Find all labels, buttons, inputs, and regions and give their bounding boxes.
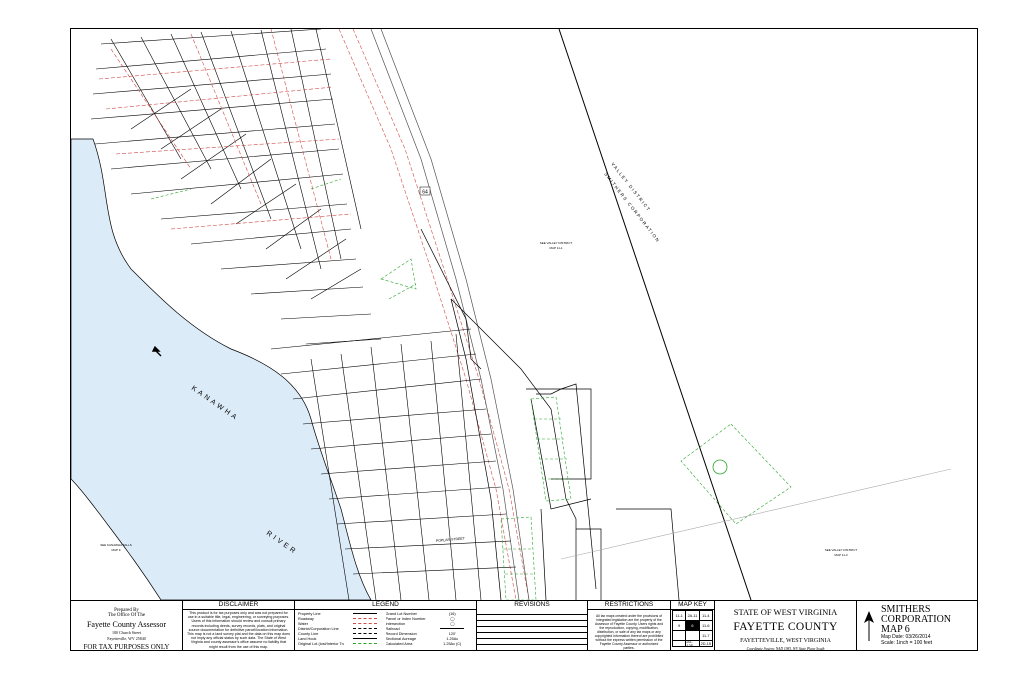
corporation-meta: Map Date: 03/26/2014 Scale: 1inch = 100 … [881,634,932,646]
railroad-parcels [420,228,680,600]
corporation-title: SMITHERS CORPORATION MAP 6 [881,605,951,635]
map-scale: Scale: 1inch = 100 feet [881,640,933,646]
legend-item: Record Dimension 120' [385,631,456,636]
prepared-by-block: Prepared By The Office Of The Fayette Co… [71,601,183,651]
disclaimer-text: This product is for tax purposes only an… [187,611,290,649]
boundary-label-smithers: SMITHERS CORPORATION [603,172,661,244]
restrictions-block: RESTRICTIONS All tax maps created under … [588,601,671,651]
assessor-name: Fayette County Assessor [86,620,167,629]
district-label-3: SEE VALLEY DISTRICT [825,548,858,552]
revisions-table [477,609,587,651]
highway [370,29,530,600]
legend-title: LEGEND [295,601,476,610]
map-sheet: 64 KANAWHA RIVER VALLEY DISTRICT SMITHER… [70,28,978,651]
map-key-title: MAP KEY [671,601,714,610]
state-name: STATE OF WEST VIRGINIA [733,607,838,617]
legend-item: Original Lot (lost/Interior Tract) [298,641,386,646]
legend-block: LEGEND Property Line Roadway Water Distr… [295,601,477,651]
district-label-5: SEE KANAWHA FALLS [100,543,132,547]
legend-item: Intersection ◯ [385,621,455,627]
map-key-cell[interactable] [672,640,687,647]
district-label-6: MAP 9 [112,548,121,552]
tax-purposes-note: FOR TAX PURPOSES ONLY [83,643,170,651]
district-label-4: MAP 11-3 [834,553,847,557]
map-key-block: MAP KEY 11-1 2A-11 11-4 9 6 11-6 11-7 2D-12S… [671,601,715,651]
restrictions-text: All tax maps created under the provision… [594,614,664,650]
disclaimer-block: DISCLAIMER This product is for tax purpo… [183,601,295,651]
map-key-cell[interactable]: 2D-12S [685,640,700,648]
legend-left-column: Property Line Roadway Water District/Cor… [298,611,386,646]
district-label-2: MAP 11-1 [549,246,562,250]
county-name: FAYETTE COUNTY [733,621,838,633]
route-number: 64 [422,190,428,196]
assessor-address-2: Fayetteville, WV 25840 [107,636,146,641]
revisions-block: REVISIONS [477,601,588,651]
map-key-grid: 11-1 2A-11 11-4 9 6 11-6 11-7 2D-12S 2D-15 [672,610,713,648]
prepared-line2: The Office Of The [107,613,146,618]
restrictions-title: RESTRICTIONS [588,601,670,610]
assessor-address-1: 100 Church Street [111,630,142,635]
map-key-cell[interactable]: 2D-15 [698,640,713,647]
tax-map[interactable]: 64 KANAWHA RIVER VALLEY DISTRICT SMITHER… [71,29,979,600]
state-block: STATE OF WEST VIRGINIA FAYETTE COUNTY FA… [715,601,857,651]
corporation-block: SMITHERS CORPORATION MAP 6 Map Date: 03/… [857,601,977,651]
city-name: FAYETTEVILLE, WEST VIRGINIA [740,638,831,644]
title-block: Prepared By The Office Of The Fayette Co… [71,600,977,651]
corporation-line [558,29,752,600]
well-marker [712,459,728,475]
street-label-poplar: POPLAR STREET [436,536,466,543]
legend-item: Calculated Area 1.25Ac (C) [385,641,462,646]
north-arrow-icon [864,611,874,641]
coordinate-note: Coordinate System: NAD 1983, WV State Pl… [746,647,825,651]
legend-item: Sectional Acreage 1.25Ac [385,636,459,641]
county-road [560,468,952,560]
district-label-1: SEE VALLEY DISTRICT [540,241,573,245]
disclaimer-title: DISCLAIMER [183,601,294,610]
legend-right-column: Grand Lot Number (16) Parcel or Index Num… [386,611,474,646]
